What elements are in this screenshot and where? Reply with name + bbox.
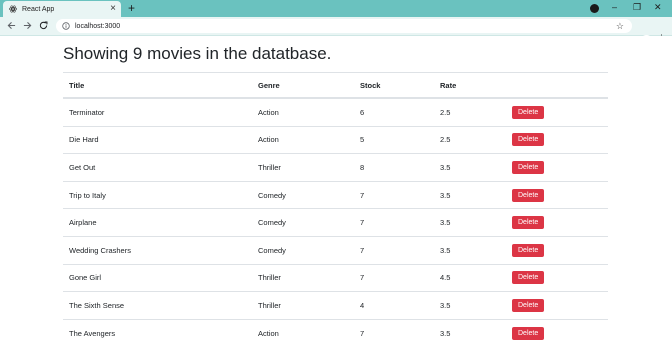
header-stock: Stock bbox=[354, 72, 434, 99]
cell-title: Gone Girl bbox=[63, 263, 252, 292]
table-row: Die Hard Action 5 2.5 Delete bbox=[63, 125, 608, 154]
browser-tab[interactable]: React App × bbox=[3, 1, 121, 17]
react-icon bbox=[9, 5, 17, 13]
back-arrow-icon[interactable] bbox=[5, 19, 17, 31]
cell-action: Delete bbox=[506, 153, 608, 182]
table-row: Get Out Thriller 8 3.5 Delete bbox=[63, 153, 608, 182]
cell-rate: 3.5 bbox=[434, 180, 506, 209]
delete-button[interactable]: Delete bbox=[512, 298, 545, 312]
delete-button[interactable]: Delete bbox=[512, 271, 545, 285]
page-title: Showing 9 movies in the datatbase. bbox=[63, 44, 332, 63]
header-genre: Genre bbox=[252, 72, 354, 99]
restore-icon[interactable]: ❐ bbox=[633, 1, 641, 13]
cell-stock: 5 bbox=[354, 125, 434, 154]
cell-stock: 7 bbox=[354, 263, 434, 292]
browser-toolbar: localhost:3000 ☆ ⋮ bbox=[0, 17, 672, 48]
cell-title: Die Hard bbox=[63, 125, 252, 154]
cell-stock: 7 bbox=[354, 235, 434, 265]
cell-title: The Avengers bbox=[63, 318, 252, 347]
cell-title: The Sixth Sense bbox=[63, 291, 252, 320]
cell-action: Delete bbox=[506, 180, 608, 209]
cell-genre: Thriller bbox=[252, 291, 354, 320]
cell-stock: 7 bbox=[354, 180, 434, 209]
cell-genre: Comedy bbox=[252, 235, 354, 265]
delete-button[interactable]: Delete bbox=[512, 243, 545, 257]
cell-action: Delete bbox=[506, 318, 608, 347]
cell-action: Delete bbox=[506, 235, 608, 265]
url-text: localhost:3000 bbox=[75, 22, 121, 30]
close-tab-icon[interactable]: × bbox=[110, 3, 116, 15]
cell-genre: Thriller bbox=[252, 153, 354, 182]
cell-genre: Action bbox=[252, 97, 354, 127]
table-header-row: Title Genre Stock Rate bbox=[63, 72, 608, 99]
header-title: Title bbox=[63, 72, 252, 99]
cell-action: Delete bbox=[506, 125, 608, 154]
cell-stock: 7 bbox=[354, 208, 434, 237]
delete-button[interactable]: Delete bbox=[512, 133, 545, 147]
delete-button[interactable]: Delete bbox=[512, 326, 545, 340]
table-row: Terminator Action 6 2.5 Delete bbox=[63, 97, 608, 127]
cell-rate: 3.5 bbox=[434, 318, 506, 347]
table-row: Gone Girl Thriller 7 4.5 Delete bbox=[63, 263, 608, 292]
cell-title: Get Out bbox=[63, 153, 252, 182]
cell-stock: 6 bbox=[354, 97, 434, 127]
cell-genre: Action bbox=[252, 318, 354, 347]
cell-rate: 4.5 bbox=[434, 263, 506, 292]
close-window-icon[interactable]: ✕ bbox=[654, 1, 662, 13]
cell-rate: 3.5 bbox=[434, 291, 506, 320]
cell-action: Delete bbox=[506, 97, 608, 127]
table-row: Wedding Crashers Comedy 7 3.5 Delete bbox=[63, 235, 608, 265]
cell-action: Delete bbox=[506, 291, 608, 320]
delete-button[interactable]: Delete bbox=[512, 105, 545, 119]
delete-button[interactable]: Delete bbox=[512, 188, 545, 202]
cell-rate: 3.5 bbox=[434, 208, 506, 237]
cell-action: Delete bbox=[506, 263, 608, 292]
delete-button[interactable]: Delete bbox=[512, 216, 545, 230]
page-content: Showing 9 movies in the datatbase. Title… bbox=[0, 36, 672, 360]
cell-title: Airplane bbox=[63, 208, 252, 237]
info-icon[interactable] bbox=[62, 22, 70, 30]
address-bar[interactable]: localhost:3000 ☆ bbox=[56, 19, 632, 33]
cell-stock: 7 bbox=[354, 318, 434, 347]
cell-genre: Comedy bbox=[252, 180, 354, 209]
header-rate: Rate bbox=[434, 72, 506, 99]
cell-stock: 4 bbox=[354, 291, 434, 320]
cell-title: Wedding Crashers bbox=[63, 235, 252, 265]
delete-button[interactable]: Delete bbox=[512, 160, 545, 174]
table-row: The Sixth Sense Thriller 4 3.5 Delete bbox=[63, 291, 608, 320]
tab-title: React App bbox=[22, 5, 55, 13]
reload-icon[interactable] bbox=[37, 19, 49, 31]
table-row: Airplane Comedy 7 3.5 Delete bbox=[63, 208, 608, 237]
cell-rate: 3.5 bbox=[434, 235, 506, 265]
cell-title: Trip to Italy bbox=[63, 180, 252, 209]
new-tab-button[interactable]: + bbox=[128, 1, 135, 15]
bookmark-star-icon[interactable]: ☆ bbox=[616, 20, 624, 32]
minimize-icon[interactable]: – bbox=[612, 1, 617, 13]
cell-genre: Comedy bbox=[252, 208, 354, 237]
extension-icon[interactable] bbox=[590, 4, 599, 13]
cell-title: Terminator bbox=[63, 97, 252, 127]
table-body: Terminator Action 6 2.5 Delete Die Hard Action… bbox=[63, 97, 608, 347]
table-row: Trip to Italy Comedy 7 3.5 Delete bbox=[63, 180, 608, 209]
header-actions bbox=[506, 72, 608, 99]
cell-genre: Action bbox=[252, 125, 354, 154]
cell-rate: 2.5 bbox=[434, 97, 506, 127]
table-row: The Avengers Action 7 3.5 Delete bbox=[63, 318, 608, 347]
cell-genre: Thriller bbox=[252, 263, 354, 292]
cell-stock: 8 bbox=[354, 153, 434, 182]
cell-action: Delete bbox=[506, 208, 608, 237]
cell-rate: 2.5 bbox=[434, 125, 506, 154]
movies-table: Title Genre Stock Rate Terminator Action 6… bbox=[63, 72, 608, 347]
cell-rate: 3.5 bbox=[434, 153, 506, 182]
forward-arrow-icon[interactable] bbox=[21, 19, 33, 31]
